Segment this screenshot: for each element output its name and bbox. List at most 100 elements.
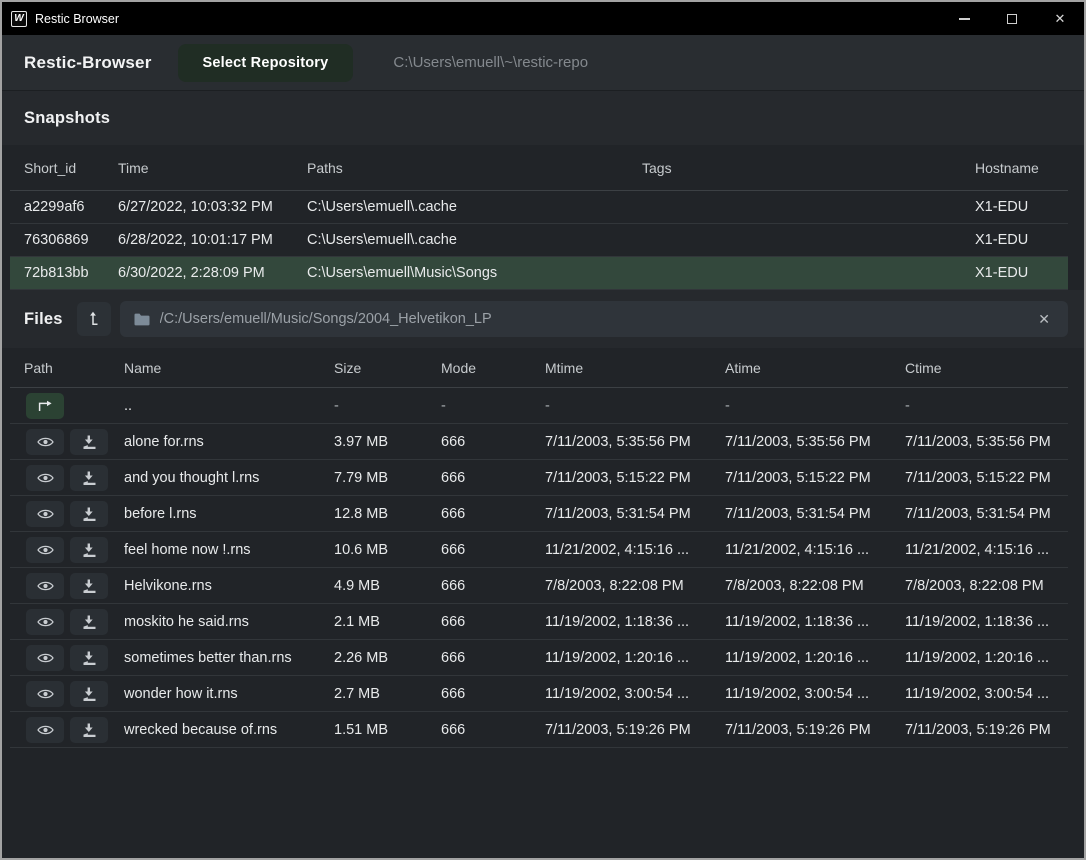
file-size: 2.26 MB: [320, 650, 427, 666]
download-file-button[interactable]: [70, 501, 108, 527]
file-name: wrecked because of.rns: [110, 722, 320, 738]
file-ctime: 11/19/2002, 3:00:54 ...: [891, 686, 1068, 702]
download-file-button[interactable]: [70, 645, 108, 671]
file-row: wrecked because of.rns1.51 MB6667/11/200…: [10, 712, 1068, 748]
snapshots-column-short-id: Short_id: [10, 160, 104, 176]
snapshots-section-header: Snapshots: [2, 91, 1084, 145]
window-controls: ✕: [940, 2, 1084, 35]
eye-icon: [37, 436, 54, 448]
snapshot-paths: C:\Users\emuell\.cache: [293, 232, 628, 248]
file-atime: 11/19/2002, 3:00:54 ...: [711, 686, 891, 702]
file-atime: 7/8/2003, 8:22:08 PM: [711, 578, 891, 594]
file-name: ..: [110, 398, 320, 414]
file-mtime: 11/19/2002, 3:00:54 ...: [531, 686, 711, 702]
file-mtime: 7/11/2003, 5:15:22 PM: [531, 470, 711, 486]
file-size: 7.79 MB: [320, 470, 427, 486]
download-file-button[interactable]: [70, 537, 108, 563]
download-file-button[interactable]: [70, 681, 108, 707]
file-actions: [10, 573, 110, 599]
go-parent-button[interactable]: [26, 393, 64, 419]
preview-file-button[interactable]: [26, 501, 64, 527]
download-file-button[interactable]: [70, 429, 108, 455]
file-row: wonder how it.rns2.7 MB66611/19/2002, 3:…: [10, 676, 1068, 712]
clear-path-icon[interactable]: ✕: [1034, 309, 1054, 330]
snapshots-column-tags: Tags: [628, 160, 961, 176]
snapshot-row[interactable]: a2299af66/27/2022, 10:03:32 PMC:\Users\e…: [10, 191, 1068, 224]
snapshot-row[interactable]: 763068696/28/2022, 10:01:17 PMC:\Users\e…: [10, 224, 1068, 257]
app-window: W Restic Browser ✕ Restic-Browser Select…: [0, 0, 1086, 860]
file-mtime: 11/19/2002, 1:18:36 ...: [531, 614, 711, 630]
minimize-icon: [959, 18, 970, 20]
file-name: moskito he said.rns: [110, 614, 320, 630]
file-mode: 666: [427, 542, 531, 558]
files-table-body: ..-----alone for.rns3.97 MB6667/11/2003,…: [10, 388, 1068, 748]
download-file-button[interactable]: [70, 573, 108, 599]
files-table-header: PathNameSizeModeMtimeAtimeCtime: [10, 348, 1068, 388]
file-mtime: 7/11/2003, 5:19:26 PM: [531, 722, 711, 738]
up-level-button[interactable]: [77, 302, 111, 336]
minimize-button[interactable]: [940, 2, 988, 35]
file-mtime: 11/19/2002, 1:20:16 ...: [531, 650, 711, 666]
file-mode: 666: [427, 614, 531, 630]
file-mtime: 7/11/2003, 5:35:56 PM: [531, 434, 711, 450]
app-logo-icon: W: [11, 11, 27, 27]
file-actions: [10, 681, 110, 707]
preview-file-button[interactable]: [26, 537, 64, 563]
download-icon: [82, 471, 97, 485]
titlebar: W Restic Browser ✕: [2, 2, 1084, 35]
download-icon: [82, 651, 97, 665]
file-mode: 666: [427, 722, 531, 738]
download-icon: [82, 435, 97, 449]
file-name: Helvikone.rns: [110, 578, 320, 594]
file-actions: [10, 429, 110, 455]
file-actions: [10, 645, 110, 671]
parent-directory-row[interactable]: ..-----: [10, 388, 1068, 424]
file-ctime: 7/8/2003, 8:22:08 PM: [891, 578, 1068, 594]
titlebar-left: W Restic Browser: [2, 11, 119, 27]
maximize-button[interactable]: [988, 2, 1036, 35]
file-size: 1.51 MB: [320, 722, 427, 738]
file-ctime: 11/21/2002, 4:15:16 ...: [891, 542, 1068, 558]
file-size: 2.1 MB: [320, 614, 427, 630]
download-icon: [82, 687, 97, 701]
close-button[interactable]: ✕: [1036, 2, 1084, 35]
snapshots-column-hostname: Hostname: [961, 160, 1068, 176]
file-ctime: 7/11/2003, 5:19:26 PM: [891, 722, 1068, 738]
file-actions: [10, 501, 110, 527]
preview-file-button[interactable]: [26, 609, 64, 635]
file-actions: [10, 465, 110, 491]
download-file-button[interactable]: [70, 609, 108, 635]
preview-file-button[interactable]: [26, 465, 64, 491]
select-repository-button[interactable]: Select Repository: [178, 44, 354, 82]
snapshots-column-time: Time: [104, 160, 293, 176]
file-mtime: 11/21/2002, 4:15:16 ...: [531, 542, 711, 558]
preview-file-button[interactable]: [26, 429, 64, 455]
snapshots-table: Short_idTimePathsTagsHostname a2299af66/…: [10, 145, 1068, 290]
file-ctime: 7/11/2003, 5:15:22 PM: [891, 470, 1068, 486]
maximize-icon: [1007, 14, 1017, 24]
preview-file-button[interactable]: [26, 717, 64, 743]
file-mode: -: [427, 398, 531, 414]
files-section-header: Files /C:/Users/emuell/Music/Songs/2004_…: [2, 290, 1084, 348]
close-icon: ✕: [1055, 11, 1066, 27]
preview-file-button[interactable]: [26, 573, 64, 599]
files-column-atime: Atime: [711, 360, 891, 376]
file-ctime: 7/11/2003, 5:35:56 PM: [891, 434, 1068, 450]
file-mtime: 7/11/2003, 5:31:54 PM: [531, 506, 711, 522]
preview-file-button[interactable]: [26, 681, 64, 707]
download-file-button[interactable]: [70, 465, 108, 491]
snapshots-table-body: a2299af66/27/2022, 10:03:32 PMC:\Users\e…: [10, 191, 1068, 290]
download-file-button[interactable]: [70, 717, 108, 743]
app-header: Restic-Browser Select Repository C:\User…: [2, 35, 1084, 91]
file-row: alone for.rns3.97 MB6667/11/2003, 5:35:5…: [10, 424, 1068, 460]
file-mtime: 7/8/2003, 8:22:08 PM: [531, 578, 711, 594]
file-mode: 666: [427, 578, 531, 594]
file-atime: -: [711, 398, 891, 414]
snapshot-row[interactable]: 72b813bb6/30/2022, 2:28:09 PMC:\Users\em…: [10, 257, 1068, 290]
preview-file-button[interactable]: [26, 645, 64, 671]
files-table: PathNameSizeModeMtimeAtimeCtime ..-----a…: [10, 348, 1068, 748]
eye-icon: [37, 652, 54, 664]
file-actions: [10, 717, 110, 743]
file-ctime: 7/11/2003, 5:31:54 PM: [891, 506, 1068, 522]
file-path-bar[interactable]: /C:/Users/emuell/Music/Songs/2004_Helvet…: [120, 301, 1068, 337]
